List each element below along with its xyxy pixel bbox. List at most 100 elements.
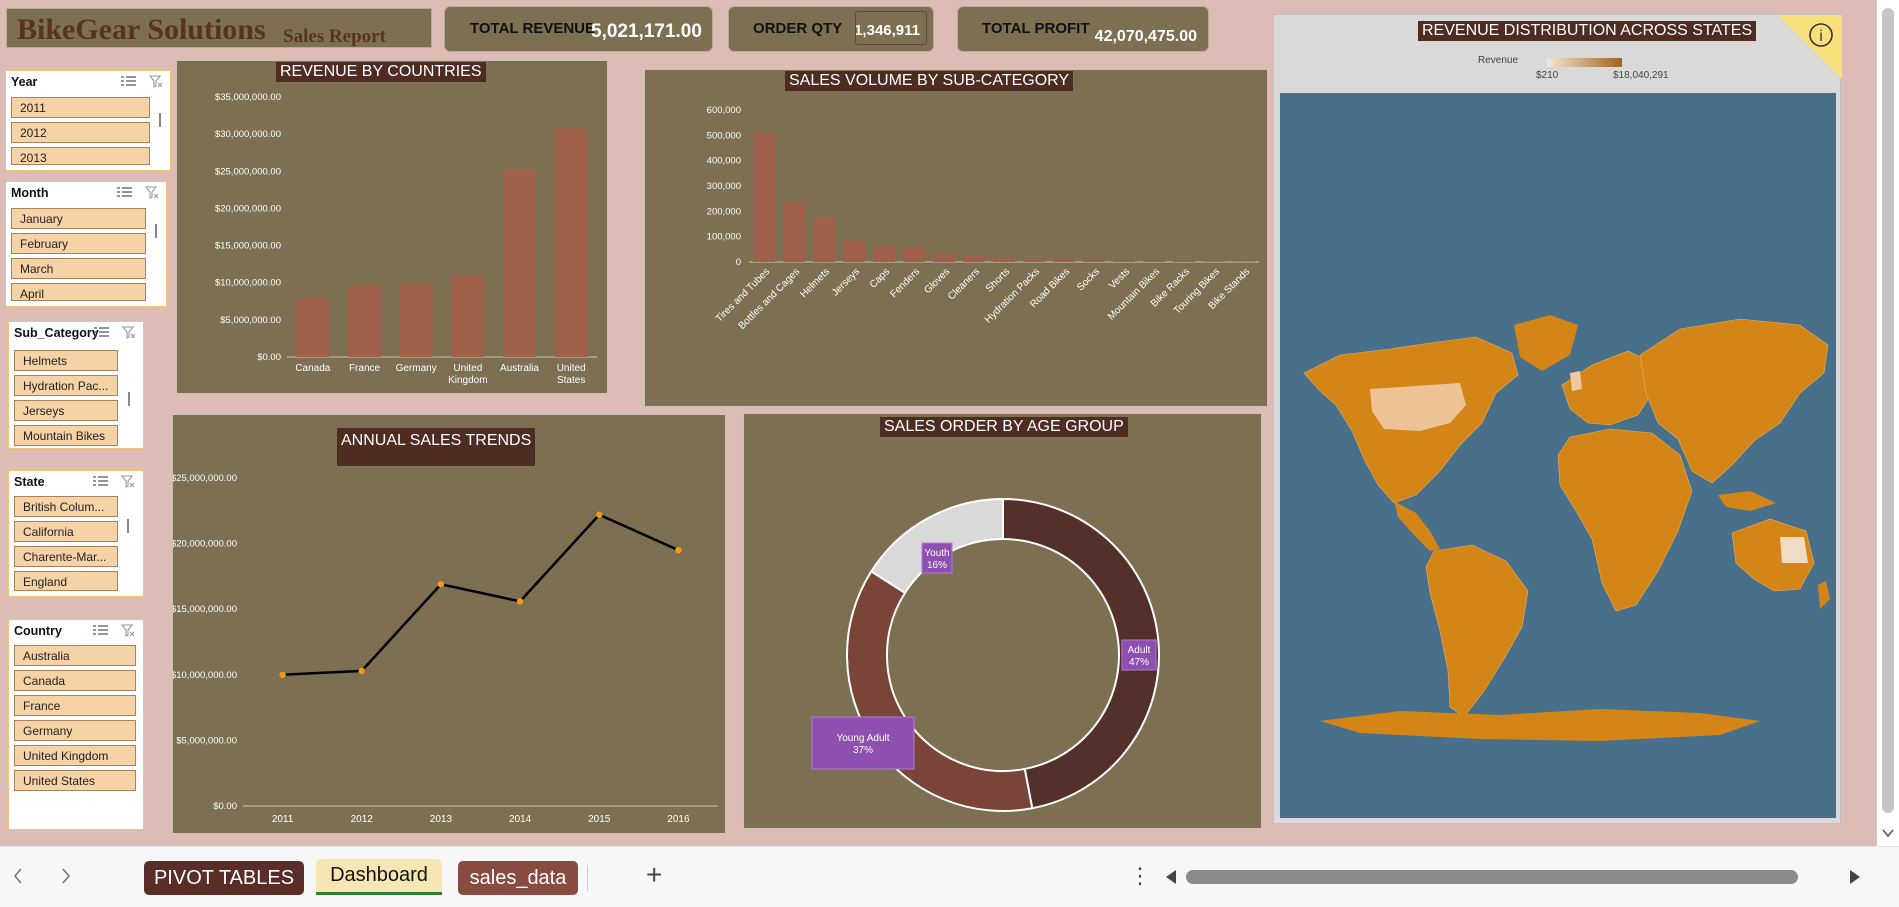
horizontal-scrollbar-thumb[interactable] bbox=[1186, 870, 1798, 884]
chart-sales-order-by-age-group[interactable]: SALES ORDER BY AGE GROUP Adult 47% Young A… bbox=[743, 413, 1262, 829]
x-tick-label: Helmets bbox=[798, 266, 832, 300]
world-map[interactable] bbox=[1280, 93, 1836, 818]
x-tick-label: Hydration Packs bbox=[983, 266, 1042, 325]
clear-filter-icon[interactable] bbox=[121, 475, 135, 488]
slicer-month-item[interactable]: February bbox=[11, 233, 146, 254]
multi-select-icon[interactable] bbox=[93, 475, 108, 487]
y-tick-label: $5,000,000.00 bbox=[220, 315, 281, 326]
tab-sales-data[interactable]: sales_data bbox=[458, 861, 578, 895]
slicer-sub-category[interactable]: Sub_Category Helmets Hydration Pac... Je… bbox=[8, 321, 144, 449]
scroll-down-icon[interactable] bbox=[1882, 828, 1894, 838]
chart-sales-volume-svg: 0 100,000 200,000 300,000 400,000 500,000 600,… bbox=[707, 105, 1259, 332]
slicer-year[interactable]: Year 2011 2012 2013 bbox=[5, 70, 171, 171]
slicer-country-item[interactable]: France bbox=[14, 695, 136, 716]
slicer-state-item[interactable]: England bbox=[14, 571, 118, 591]
clear-filter-icon[interactable] bbox=[145, 186, 159, 199]
hscroll-right-icon[interactable] bbox=[1848, 869, 1862, 885]
slicer-country[interactable]: Country Australia Canada France Germany … bbox=[8, 619, 144, 830]
slicer-sub-category-item[interactable]: Helmets bbox=[14, 350, 118, 371]
y-tick-label: $5,000,000.00 bbox=[176, 735, 237, 746]
slicer-country-item[interactable]: Canada bbox=[14, 670, 136, 691]
multi-select-icon[interactable] bbox=[94, 326, 109, 338]
clear-filter-icon[interactable] bbox=[121, 624, 135, 637]
slicer-month-item[interactable]: March bbox=[11, 258, 146, 279]
clear-filter-icon[interactable] bbox=[122, 326, 136, 339]
slicer-country-item[interactable]: Germany bbox=[14, 720, 136, 741]
x-tick-label: United bbox=[557, 363, 586, 374]
tab-dashboard[interactable]: Dashboard bbox=[316, 859, 442, 895]
slicer-country-title: Country bbox=[14, 624, 62, 638]
bar bbox=[1113, 260, 1135, 262]
bar bbox=[503, 169, 536, 357]
data-point bbox=[516, 598, 524, 605]
slicer-month-item[interactable]: January bbox=[11, 208, 146, 229]
x-tick-label: Kingdom bbox=[448, 375, 487, 386]
slicer-sub-category-item[interactable]: Hydration Pac... bbox=[14, 375, 118, 396]
multi-select-icon[interactable] bbox=[93, 624, 108, 636]
slicer-sub-category-item[interactable]: Mountain Bikes bbox=[14, 425, 118, 446]
bar bbox=[1053, 259, 1075, 262]
y-tick-label: 400,000 bbox=[707, 156, 741, 167]
tab-scroll-left-icon[interactable] bbox=[12, 867, 24, 885]
x-tick-label: States bbox=[557, 375, 585, 386]
map-panel[interactable]: REVENUE DISTRIBUTION ACROSS STATES Reven… bbox=[1273, 14, 1842, 824]
slicer-sub-category-scrollbar[interactable] bbox=[128, 392, 130, 406]
slicer-sub-category-title: Sub_Category bbox=[14, 326, 99, 340]
kpi-order-qty-value: 1,346,911 bbox=[855, 22, 920, 39]
info-icon[interactable]: i bbox=[1778, 15, 1842, 79]
kpi-order-qty: ORDER QTY 1,346,911 bbox=[728, 6, 934, 52]
slicer-country-item[interactable]: United States bbox=[14, 770, 136, 791]
y-tick-label: $25,000,000.00 bbox=[215, 166, 281, 177]
slicer-country-item[interactable]: United Kingdom bbox=[14, 745, 136, 766]
slicer-state-scrollbar[interactable] bbox=[127, 519, 129, 533]
vertical-scrollbar[interactable] bbox=[1877, 0, 1899, 846]
slicer-state-item[interactable]: Charente-Mar... bbox=[14, 546, 118, 567]
dashboard-sheet: BikeGear Solutions Sales Report TOTAL RE… bbox=[0, 0, 1899, 846]
more-options-icon[interactable]: ⋮ bbox=[1129, 863, 1151, 889]
slicer-year-item[interactable]: 2011 bbox=[11, 97, 150, 118]
slicer-state-item[interactable]: British Colum... bbox=[14, 496, 118, 517]
data-point bbox=[437, 581, 445, 588]
slicer-year-scrollbar[interactable] bbox=[159, 113, 161, 127]
slicer-country-item[interactable]: Australia bbox=[14, 645, 136, 666]
slicer-year-title: Year bbox=[11, 75, 38, 89]
y-tick-label: $10,000,000.00 bbox=[215, 278, 281, 289]
hscroll-left-icon[interactable] bbox=[1164, 869, 1178, 885]
vertical-scrollbar-thumb[interactable] bbox=[1882, 8, 1894, 813]
bar bbox=[783, 202, 805, 262]
slicer-month[interactable]: Month January February March April bbox=[5, 181, 167, 307]
x-tick-label: 2014 bbox=[509, 814, 532, 825]
x-tick-label: Caps bbox=[868, 266, 892, 290]
y-tick-label: $10,000,000.00 bbox=[173, 670, 237, 681]
chart-revenue-by-countries[interactable]: REVENUE BY COUNTRIES $0.00 $5,000,000.00 $… bbox=[176, 60, 608, 394]
y-tick-label: $30,000,000.00 bbox=[215, 129, 281, 140]
chart-annual-sales-trends[interactable]: ANNUAL SALES TRENDS $0.00 $5,000,000.00 $1… bbox=[172, 414, 726, 834]
sheet-tab-bar: PIVOT TABLES Dashboard sales_data + ⋮ bbox=[0, 846, 1899, 907]
bar bbox=[296, 298, 330, 357]
x-tick-label: 2016 bbox=[667, 814, 690, 825]
kpi-total-revenue-label: TOTAL REVENUE bbox=[470, 20, 596, 37]
chart-sales-volume-by-sub-category[interactable]: SALES VOLUME BY SUB-CATEGORY 0 100,000 200… bbox=[644, 69, 1268, 407]
bar bbox=[451, 276, 485, 357]
multi-select-icon[interactable] bbox=[121, 75, 136, 87]
slicer-sub-category-item[interactable]: Jerseys bbox=[14, 400, 118, 421]
slicer-year-item[interactable]: 2013 bbox=[11, 147, 150, 165]
clear-filter-icon[interactable] bbox=[149, 75, 163, 88]
bar bbox=[399, 284, 433, 357]
y-tick-label: 600,000 bbox=[707, 105, 741, 116]
slice-label: Young Adult bbox=[836, 733, 889, 744]
kpi-total-revenue-value: 5,021,171.00 bbox=[591, 21, 702, 42]
slicer-state-item[interactable]: California bbox=[14, 521, 118, 542]
slicer-month-scrollbar[interactable] bbox=[155, 224, 157, 238]
y-tick-label: $15,000,000.00 bbox=[173, 604, 237, 615]
add-sheet-button[interactable]: + bbox=[646, 859, 662, 891]
slicer-month-item[interactable]: April bbox=[11, 283, 146, 301]
tab-pivot-tables[interactable]: PIVOT TABLES bbox=[144, 861, 304, 895]
tab-scroll-right-icon[interactable] bbox=[60, 867, 72, 885]
report-title: BikeGear Solutions bbox=[17, 13, 266, 46]
slicer-month-title: Month bbox=[11, 186, 49, 200]
slicer-year-item[interactable]: 2012 bbox=[11, 122, 150, 143]
series-line bbox=[282, 513, 679, 677]
slicer-state[interactable]: State British Colum... California Charen… bbox=[8, 470, 144, 597]
multi-select-icon[interactable] bbox=[117, 186, 132, 198]
